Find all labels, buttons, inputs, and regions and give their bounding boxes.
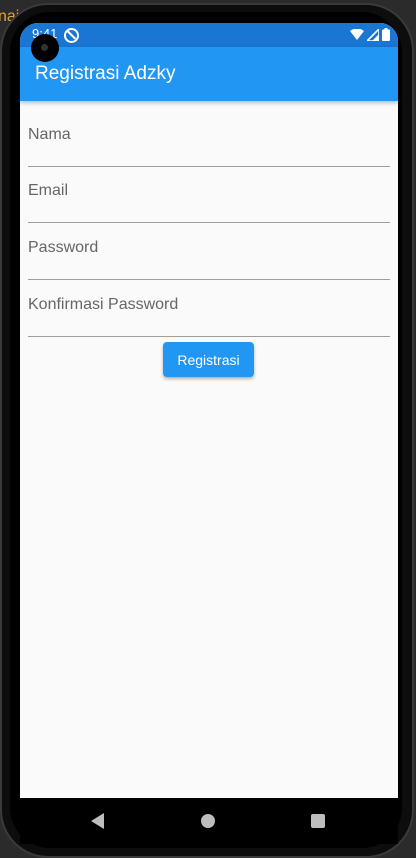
- password-field-label: Password: [28, 239, 99, 256]
- cell-signal-icon: [367, 28, 379, 41]
- app-title: Registrasi Adzky: [35, 63, 176, 84]
- nama-field-label: Nama: [28, 126, 71, 143]
- wifi-icon: [350, 28, 364, 40]
- app-screen: 9:41 Registrasi Adzky Nama: [20, 23, 398, 798]
- email-field[interactable]: Email: [28, 166, 390, 223]
- confirm-password-field[interactable]: Konfirmasi Password: [28, 280, 390, 337]
- password-field[interactable]: Password: [28, 223, 390, 280]
- nama-field[interactable]: Nama: [28, 110, 390, 167]
- system-nav-bar: [20, 798, 398, 844]
- do-not-disturb-icon: [64, 28, 79, 43]
- app-bar: Registrasi Adzky: [20, 47, 398, 101]
- status-bar: 9:41: [20, 23, 398, 47]
- camera-punch-hole: [31, 34, 59, 62]
- battery-icon: [382, 28, 390, 41]
- status-icons: [350, 28, 390, 41]
- registrasi-button-label: Registrasi: [177, 351, 240, 368]
- desktop-background: nai 9:41 Registrasi Adzky: [0, 0, 416, 858]
- home-icon[interactable]: [201, 814, 215, 828]
- confirm-password-field-label: Konfirmasi Password: [28, 296, 179, 313]
- recent-apps-icon[interactable]: [311, 814, 325, 828]
- registrasi-button[interactable]: Registrasi: [163, 342, 254, 377]
- back-icon[interactable]: [91, 813, 104, 829]
- email-field-label: Email: [28, 182, 69, 199]
